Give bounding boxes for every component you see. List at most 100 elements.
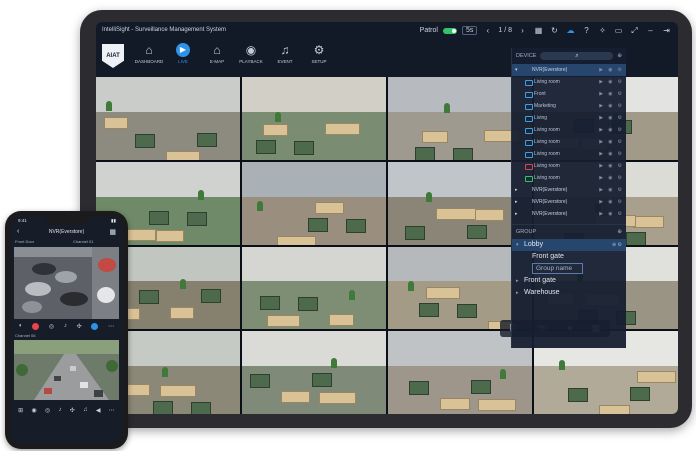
record-icon[interactable]: ◉: [608, 124, 612, 136]
play-icon[interactable]: ▶: [599, 124, 603, 136]
record-icon[interactable]: ◉: [608, 112, 612, 124]
camera-tile[interactable]: [242, 77, 386, 160]
settings-icon[interactable]: ⚙: [618, 100, 622, 112]
chevron-down-icon[interactable]: ▾: [515, 64, 518, 76]
phone-live-view-2[interactable]: [14, 340, 119, 400]
play-icon[interactable]: ▶: [599, 100, 603, 112]
play-icon[interactable]: ▶: [599, 160, 603, 172]
add-group-icon[interactable]: ⊕: [617, 229, 622, 235]
fullscreen-icon[interactable]: ⤢: [629, 25, 640, 36]
camera-tile[interactable]: [242, 246, 386, 330]
settings-icon[interactable]: ⚙: [618, 112, 622, 124]
mic-icon[interactable]: ♪: [64, 323, 67, 329]
device-tree-camera[interactable]: Living room ▶ ◉ ⚙: [512, 148, 626, 160]
record-icon[interactable]: ◉: [608, 136, 612, 148]
device-tree-camera[interactable]: Living room ▶ ◉ ⚙: [512, 124, 626, 136]
device-tree-nvr[interactable]: ▸ NVR(Everstore) ▶ ◉ ⚙: [512, 184, 626, 196]
next-page-icon[interactable]: ›: [517, 25, 528, 36]
group-tree-item[interactable]: Front gate: [512, 251, 626, 263]
mic-icon[interactable]: ♪: [59, 407, 62, 413]
volume-icon[interactable]: ◀: [96, 407, 101, 414]
play-icon[interactable]: ▶: [599, 76, 603, 88]
patrol-toggle[interactable]: [442, 27, 457, 34]
device-tree-camera[interactable]: Front ▶ ◉ ⚙: [512, 88, 626, 100]
snapshot-icon[interactable]: ◎: [45, 407, 50, 414]
ptz-icon[interactable]: ✣: [70, 407, 75, 414]
play-icon[interactable]: ▶: [599, 136, 603, 148]
phone-live-view-1[interactable]: [14, 247, 119, 319]
group-tree-item[interactable]: ▾ Lobby ⊕ ⚙: [512, 239, 626, 251]
record-icon[interactable]: ◉: [608, 184, 612, 196]
minimize-icon[interactable]: –: [645, 25, 656, 36]
layout-grid-icon[interactable]: ▦: [533, 25, 544, 36]
device-tree-nvr[interactable]: ▾ NVR(Everstore) ▶ ◉ ⚙: [512, 64, 626, 76]
chevron-down-icon[interactable]: ▾: [516, 239, 519, 251]
window-icon[interactable]: ▭: [613, 25, 624, 36]
record-icon[interactable]: ◉: [608, 76, 612, 88]
settings-icon[interactable]: ⚙: [618, 124, 622, 136]
chevron-right-icon[interactable]: ▸: [515, 196, 518, 208]
refresh-icon[interactable]: ↻: [549, 25, 560, 36]
play-icon[interactable]: ▶: [599, 208, 603, 220]
play-icon[interactable]: ▶: [599, 112, 603, 124]
play-icon[interactable]: ▶: [599, 148, 603, 160]
add-device-icon[interactable]: ⊕: [617, 53, 622, 59]
interval-select[interactable]: 5s: [461, 26, 478, 35]
device-tree-camera[interactable]: Living room ▶ ◉ ⚙: [512, 76, 626, 88]
play-icon[interactable]: ▶: [599, 172, 603, 184]
prev-page-icon[interactable]: ‹: [482, 25, 493, 36]
device-search[interactable]: ⌕: [540, 52, 614, 60]
cloud-icon[interactable]: ☁: [565, 25, 576, 36]
device-tree-camera[interactable]: Living room ▶ ◉ ⚙: [512, 160, 626, 172]
settings-icon[interactable]: ⚙: [618, 64, 622, 76]
group-tree-item[interactable]: ▸ Front gate: [512, 275, 626, 287]
device-tree-camera[interactable]: Living room ▶ ◉ ⚙: [512, 172, 626, 184]
play-icon[interactable]: ▶: [599, 184, 603, 196]
device-tree-camera[interactable]: Marketing ▶ ◉ ⚙: [512, 100, 626, 112]
nav-emap[interactable]: ⌂ E-MAP: [200, 43, 234, 64]
device-tree-camera[interactable]: Living ▶ ◉ ⚙: [512, 112, 626, 124]
chevron-right-icon[interactable]: ▸: [515, 208, 518, 220]
device-tree-nvr[interactable]: ▸ NVR(Everstore) ▶ ◉ ⚙: [512, 196, 626, 208]
play-icon[interactable]: ▶: [599, 64, 603, 76]
help-icon[interactable]: ?: [581, 25, 592, 36]
chevron-right-icon[interactable]: ▸: [515, 184, 518, 196]
live-indicator-icon[interactable]: [91, 322, 99, 330]
record-icon[interactable]: ◉: [608, 172, 612, 184]
settings-icon[interactable]: ⚙: [618, 88, 622, 100]
ptz-icon[interactable]: ✣: [77, 323, 82, 330]
pin-icon[interactable]: ✧: [597, 25, 608, 36]
snapshot-icon[interactable]: ◎: [49, 323, 54, 330]
logout-icon[interactable]: ⇥: [661, 25, 672, 36]
nav-event[interactable]: ♫ EVENT: [268, 43, 302, 64]
settings-icon[interactable]: ⚙: [618, 76, 622, 88]
settings-icon[interactable]: ⚙: [618, 148, 622, 160]
nav-playback[interactable]: ◉ PLAYBACK: [234, 43, 268, 64]
layout-grid-icon[interactable]: ▦: [109, 228, 116, 236]
play-icon[interactable]: ▶: [599, 196, 603, 208]
record-icon[interactable]: ◉: [608, 196, 612, 208]
group-tree-item[interactable]: ▸ Warehouse: [512, 287, 626, 299]
settings-icon[interactable]: ⚙: [618, 136, 622, 148]
nav-setup[interactable]: ⚙ SETUP: [302, 43, 336, 64]
device-tree-camera[interactable]: Living room ▶ ◉ ⚙: [512, 136, 626, 148]
device-tree-nvr[interactable]: ▸ NVR(Everstore) ▶ ◉ ⚙: [512, 208, 626, 220]
record-button[interactable]: [32, 322, 40, 330]
chevron-right-icon[interactable]: ▸: [516, 287, 519, 299]
record-icon[interactable]: ◉: [608, 160, 612, 172]
settings-icon[interactable]: ⚙: [618, 160, 622, 172]
camera-tile[interactable]: [242, 331, 386, 414]
nav-live[interactable]: ▶ LIVE: [166, 43, 200, 64]
record-icon[interactable]: ◉: [608, 88, 612, 100]
volume-icon[interactable]: ◐: [19, 323, 23, 329]
playback-icon[interactable]: ◉: [31, 407, 36, 414]
settings-icon[interactable]: ⚙: [618, 184, 622, 196]
record-icon[interactable]: ◉: [608, 208, 612, 220]
nav-dashboard[interactable]: ⌂ DASHBOARD: [132, 43, 166, 64]
more-icon[interactable]: ⋯: [108, 323, 114, 330]
group-name-input[interactable]: Group name: [532, 263, 584, 274]
grid-icon[interactable]: ⊞: [18, 407, 23, 414]
record-icon[interactable]: ◉: [608, 100, 612, 112]
group-actions[interactable]: ⊕ ⚙: [612, 239, 622, 251]
group-tree-item[interactable]: Group name: [512, 263, 626, 275]
